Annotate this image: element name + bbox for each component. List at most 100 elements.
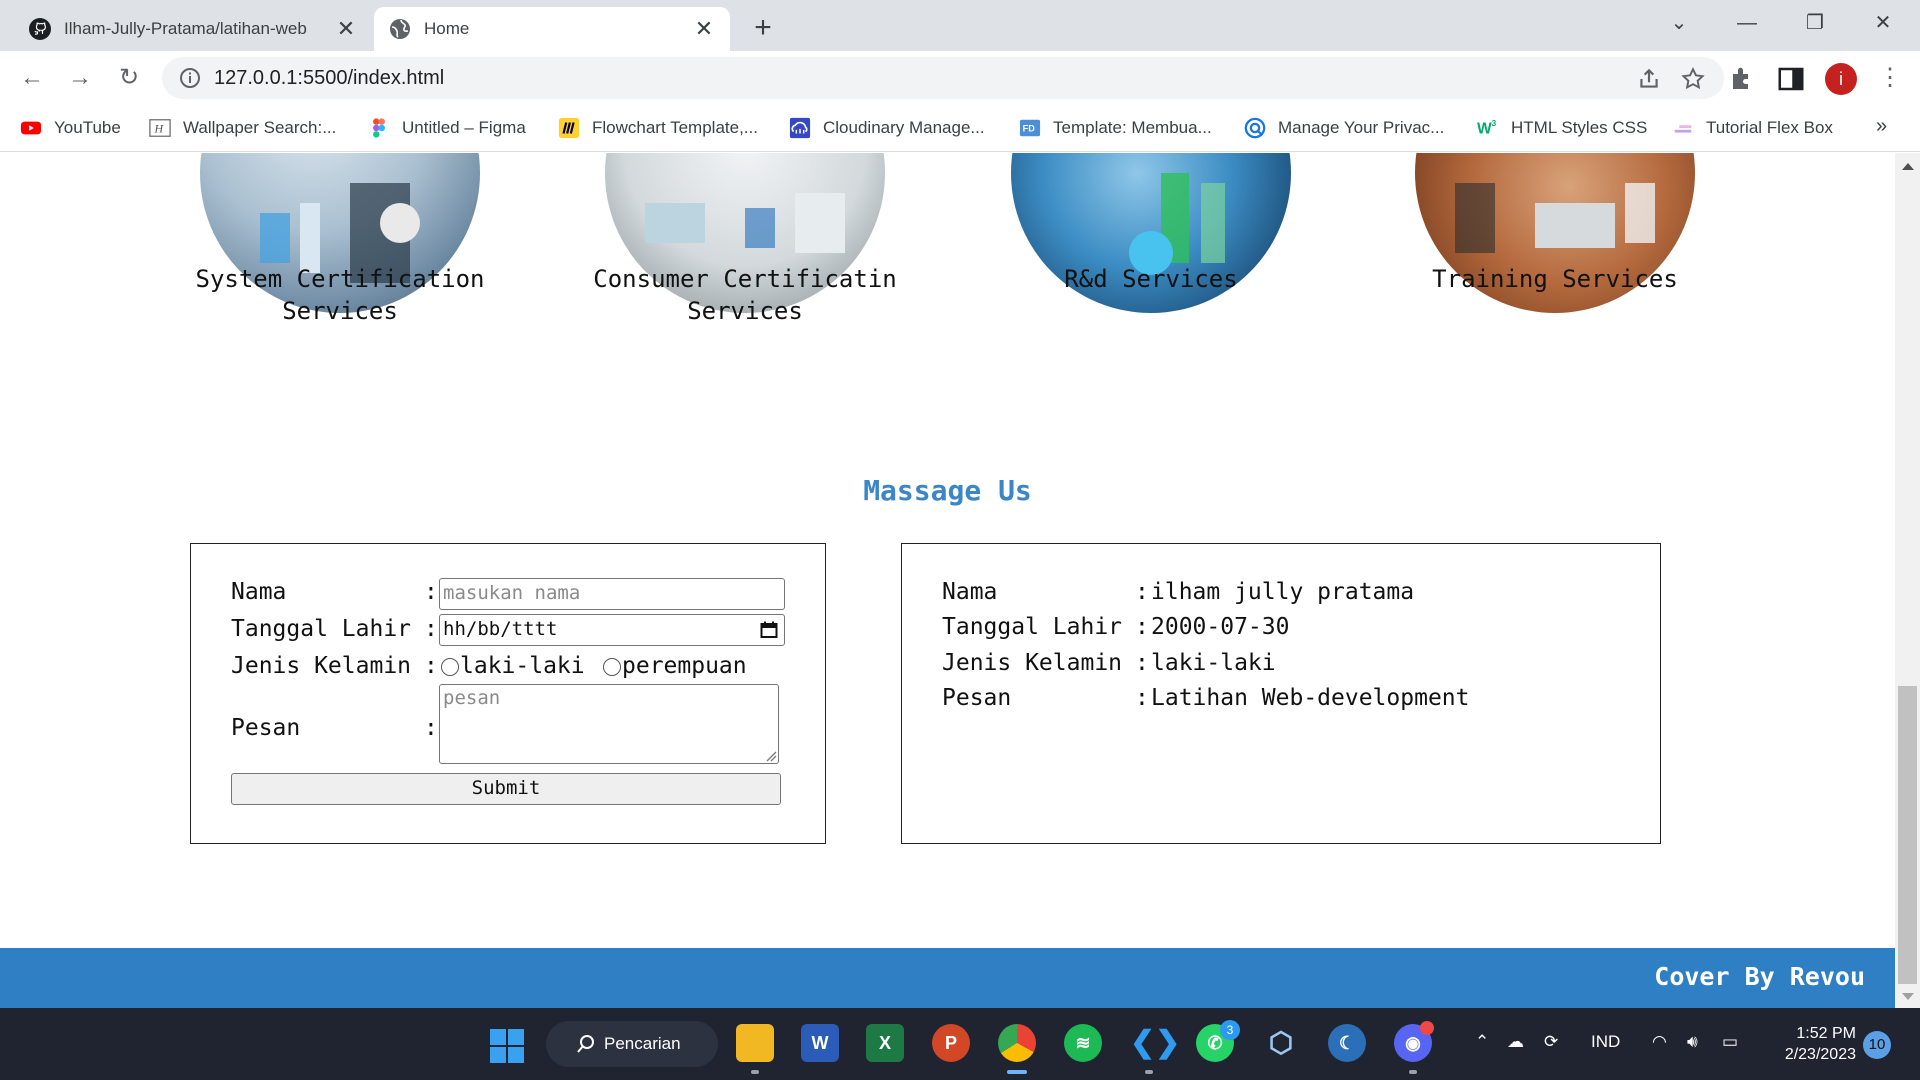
share-icon[interactable] <box>1636 66 1662 92</box>
close-tab-icon[interactable]: ✕ <box>692 17 716 41</box>
chrome-icon[interactable] <box>998 1024 1036 1062</box>
bookmark-wallpaper[interactable]: H Wallpaper Search:... <box>149 115 336 141</box>
restore-icon[interactable]: ❐ <box>1792 8 1838 38</box>
more-bookmarks-button[interactable]: » <box>1876 115 1887 138</box>
tanggal-date-input[interactable]: hh/bb/tttt <box>439 614 785 646</box>
submit-button[interactable]: Submit <box>231 773 781 805</box>
bookmark-label: Manage Your Privac... <box>1278 118 1445 137</box>
app-running-indicator <box>751 1070 759 1074</box>
service-caption: Consumer Certificatin Services <box>593 265 897 325</box>
taskbar-clock[interactable]: 1:52 PM 2/23/2023 <box>1764 1023 1856 1065</box>
new-tab-button[interactable]: + <box>744 10 782 48</box>
bookmark-youtube[interactable]: YouTube <box>20 115 121 141</box>
section-title: Massage Us <box>863 474 1032 507</box>
github-icon <box>29 18 51 40</box>
resize-handle-icon[interactable] <box>765 750 777 762</box>
sync-icon[interactable]: ⟳ <box>1544 1032 1558 1052</box>
taskbar-search[interactable]: Pencarian <box>546 1021 718 1067</box>
close-tab-icon[interactable]: ✕ <box>334 17 358 41</box>
browser-toolbar: ← → ↻ 127.0.0.1:5500/index.html <box>0 51 1920 105</box>
svg-text:W: W <box>1477 121 1492 138</box>
battery-icon[interactable]: ▭ <box>1722 1032 1738 1052</box>
bookmark-star-icon[interactable] <box>1680 66 1706 92</box>
show-hidden-icons-chevron[interactable]: ⌃ <box>1475 1032 1489 1052</box>
app-running-indicator <box>1145 1070 1153 1074</box>
tab-github[interactable]: Ilham-Jully-Pratama/latihan-web ✕ <box>14 7 372 51</box>
file-explorer-icon[interactable] <box>736 1024 774 1062</box>
footer-credit: Cover By Revou <box>1654 962 1865 991</box>
wifi-icon[interactable]: ◠ <box>1652 1032 1667 1052</box>
colon: : <box>424 715 438 741</box>
bookmark-label: Cloudinary Manage... <box>823 118 985 137</box>
service-caption: R&d Services <box>1064 265 1238 293</box>
scrollbar-thumb[interactable] <box>1898 686 1917 984</box>
side-panel-icon[interactable] <box>1776 64 1806 94</box>
pesan-label: Pesan <box>231 715 301 741</box>
extensions-puzzle-icon[interactable] <box>1728 64 1758 94</box>
bookmark-label: Untitled – Figma <box>402 118 526 137</box>
submission-result: Nama : ilham jully pratama Tanggal Lahir… <box>901 543 1661 844</box>
site-info-icon[interactable] <box>178 66 202 90</box>
windows-start-icon[interactable] <box>489 1028 525 1064</box>
spotify-icon[interactable]: ≋ <box>1064 1024 1102 1062</box>
result-tanggal-value: 2000-07-30 <box>1151 614 1290 640</box>
result-tanggal-label: Tanggal Lahir <box>942 614 1123 640</box>
bookmark-flexbox[interactable]: Tutorial Flex Box <box>1672 115 1833 141</box>
scroll-up-arrow-icon[interactable] <box>1902 163 1914 170</box>
calendar-icon[interactable] <box>760 621 778 639</box>
bookmark-figma[interactable]: Untitled – Figma <box>368 115 526 141</box>
app-running-indicator <box>1409 1070 1417 1074</box>
close-window-icon[interactable]: ✕ <box>1860 8 1906 38</box>
cloudinary-icon <box>789 117 811 139</box>
menu-kebab-icon[interactable]: ⋮ <box>1878 62 1902 94</box>
volume-icon[interactable]: 🔊︎ <box>1687 1032 1698 1052</box>
colon: : <box>424 653 438 679</box>
bookmark-w3schools[interactable]: W3 HTML Styles CSS <box>1477 115 1647 141</box>
colon: : <box>1135 614 1149 640</box>
address-bar[interactable]: 127.0.0.1:5500/index.html <box>162 57 1724 99</box>
service-caption: System Certification Services <box>195 265 485 325</box>
scroll-down-arrow-icon[interactable] <box>1902 993 1914 1000</box>
url-text[interactable]: 127.0.0.1:5500/index.html <box>214 67 444 90</box>
bookmark-flowchart[interactable]: Flowchart Template,... <box>558 115 758 141</box>
radio-laki-laki[interactable] <box>441 658 459 676</box>
figma-icon <box>373 118 385 138</box>
bookmark-template[interactable]: FD Template: Membua... <box>1019 115 1212 141</box>
forward-arrow-icon[interactable]: → <box>63 61 97 95</box>
template-icon: FD <box>1019 119 1041 137</box>
powerpoint-icon[interactable]: P <box>932 1024 970 1062</box>
language-indicator[interactable]: IND <box>1591 1032 1620 1052</box>
back-arrow-icon[interactable]: ← <box>15 61 49 95</box>
radio-label-laki-laki[interactable]: laki-laki <box>460 653 585 679</box>
w3schools-icon: W3 <box>1477 119 1497 138</box>
tab-home[interactable]: Home ✕ <box>374 7 730 51</box>
bookmark-label: Tutorial Flex Box <box>1706 118 1833 137</box>
excel-icon[interactable]: X <box>866 1024 904 1062</box>
page-scrollbar[interactable] <box>1895 153 1920 1008</box>
virtualbox-icon[interactable]: ⬡ <box>1262 1024 1300 1062</box>
nama-label: Nama <box>231 579 287 605</box>
svg-text:FD: FD <box>1023 124 1036 134</box>
discord-notification-dot <box>1420 1021 1434 1035</box>
radio-perempuan[interactable] <box>603 658 621 676</box>
onedrive-icon[interactable]: ☁ <box>1507 1032 1524 1052</box>
tab-search-chevron-icon[interactable]: ⌄ <box>1656 8 1702 38</box>
radio-label-perempuan[interactable]: perempuan <box>622 653 747 679</box>
bookmark-privacy[interactable]: Manage Your Privac... <box>1244 115 1444 141</box>
reload-icon[interactable]: ↻ <box>112 61 146 95</box>
result-pesan-value: Latihan Web-development <box>1151 685 1470 711</box>
colon: : <box>424 579 438 605</box>
bookmark-cloudinary[interactable]: Cloudinary Manage... <box>789 115 985 141</box>
result-jenis-label: Jenis Kelamin <box>942 650 1123 676</box>
word-icon[interactable]: W <box>801 1024 839 1062</box>
profile-avatar[interactable]: i <box>1825 63 1857 95</box>
date-placeholder: hh/bb/tttt <box>443 618 558 640</box>
moon-app-icon[interactable]: ☾ <box>1328 1024 1366 1062</box>
notifications-badge[interactable]: 10 <box>1863 1031 1891 1059</box>
minimize-icon[interactable]: — <box>1724 8 1770 38</box>
nama-input[interactable]: masukan nama <box>439 578 785 610</box>
wallpaper-icon: H <box>149 119 171 137</box>
pesan-textarea[interactable]: pesan <box>439 684 779 764</box>
result-nama-label: Nama <box>942 579 998 605</box>
vscode-icon[interactable]: ❮❯ <box>1130 1024 1180 1062</box>
